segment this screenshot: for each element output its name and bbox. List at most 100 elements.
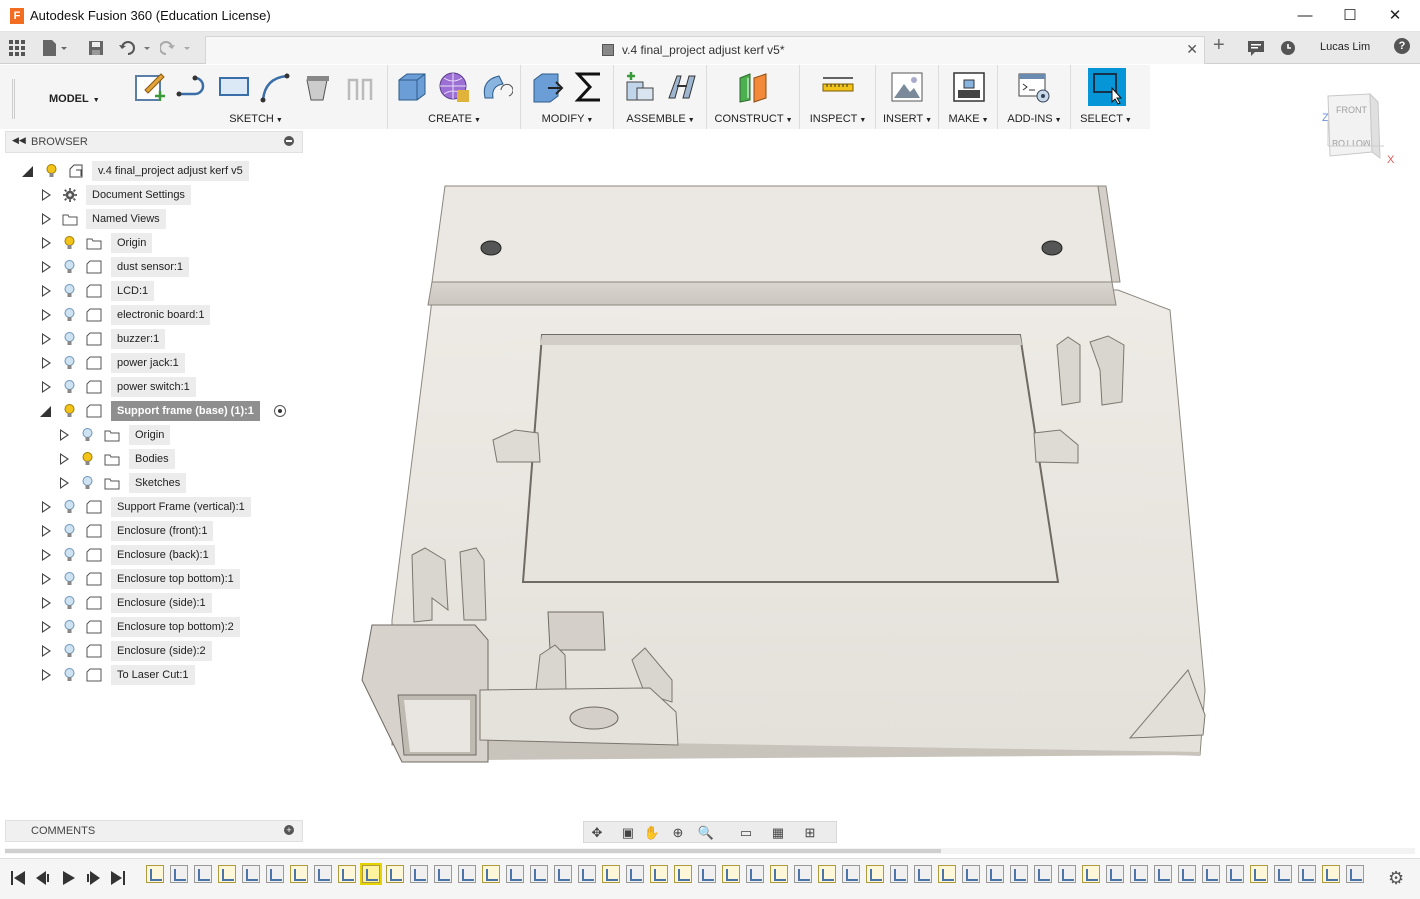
timeline-sketch-feature[interactable] [650,865,668,883]
tree-item-origin[interactable]: Origin [5,232,305,254]
expand-triangle-icon[interactable] [60,429,69,441]
visibility-bulb-off-icon[interactable] [64,620,75,634]
viewports-icon[interactable]: ⊞ [800,824,820,841]
redo-icon[interactable] [160,40,194,60]
joint-icon[interactable] [665,70,699,104]
visibility-bulb-off-icon[interactable] [64,284,75,298]
tree-item-electronic-board[interactable]: electronic board:1 [5,304,305,326]
create-group-label[interactable]: CREATE ▼ [389,113,520,125]
construct-group-label[interactable]: CONSTRUCT ▼ [708,113,799,125]
job-status-clock-icon[interactable] [1280,40,1296,56]
timeline-extrude-feature[interactable] [794,865,812,883]
expand-triangle-icon[interactable] [42,285,51,297]
timeline-scrollbar[interactable] [5,848,1415,854]
timeline-extrude-feature[interactable] [266,865,284,883]
maximize-button[interactable]: ☐ [1335,4,1365,28]
visibility-bulb-off-icon[interactable] [64,668,75,682]
expand-triangle-icon[interactable] [42,549,51,561]
sketch-group-label[interactable]: SKETCH ▼ [125,113,387,125]
go-to-end-icon[interactable] [109,869,127,887]
undo-icon[interactable] [118,40,154,60]
timeline-extrude-feature[interactable] [170,865,188,883]
tree-item-support-frame-vertical[interactable]: Support Frame (vertical):1 [5,496,305,518]
timeline-sketch-feature[interactable] [290,865,308,883]
timeline-sketch-feature[interactable] [938,865,956,883]
timeline-sketch-feature[interactable] [146,865,164,883]
visibility-bulb-off-icon[interactable] [64,260,75,274]
timeline-settings-gear-icon[interactable]: ⚙ [1388,868,1404,889]
timeline-extrude-feature[interactable] [698,865,716,883]
tree-item-enclosure-back[interactable]: Enclosure (back):1 [5,544,305,566]
user-account-name[interactable]: Lucas Lim [1320,41,1370,53]
scroll-thumb[interactable] [5,849,941,853]
help-button[interactable]: ? [1394,38,1410,54]
timeline-sketch-feature[interactable] [218,865,236,883]
timeline-sketch-feature[interactable] [770,865,788,883]
visibility-bulb-off-icon[interactable] [64,332,75,346]
tree-item-enclosure-side-1[interactable]: Enclosure (side):1 [5,592,305,614]
line-tool-icon[interactable] [175,70,209,104]
insert-canvas-icon[interactable] [890,70,924,104]
timeline-extrude-feature[interactable] [194,865,212,883]
timeline-extrude-feature[interactable] [458,865,476,883]
tree-item-power-jack[interactable]: power jack:1 [5,352,305,374]
timeline-extrude-feature[interactable] [1274,865,1292,883]
visibility-bulb-off-icon[interactable] [64,308,75,322]
timeline-extrude-feature[interactable] [1346,865,1364,883]
display-settings-icon[interactable]: ▭ [736,824,756,841]
zoom-icon[interactable]: ⊕ [668,824,688,841]
tree-item-enclosure-top-bottom-1[interactable]: Enclosure top bottom):1 [5,568,305,590]
expand-triangle-icon[interactable] [42,309,51,321]
collapse-triangle-icon[interactable] [40,406,51,417]
timeline-extrude-feature[interactable] [530,865,548,883]
document-tab[interactable]: v.4 final_project adjust kerf v5* ✕ [205,36,1205,64]
timeline-extrude-feature[interactable] [842,865,860,883]
expand-triangle-icon[interactable] [42,669,51,681]
timeline-pattern-feature[interactable] [554,865,572,883]
go-to-start-icon[interactable] [9,869,27,887]
measure-icon[interactable] [821,70,855,104]
timeline-fillet-feature[interactable] [1034,865,1052,883]
3d-model-viewport[interactable] [340,170,1230,780]
modify-group-label[interactable]: MODIFY ▼ [522,113,613,125]
timeline-sketch-feature[interactable] [1322,865,1340,883]
timeline-sketch-feature[interactable] [386,865,404,883]
timeline-fillet-feature[interactable] [1106,865,1124,883]
timeline-fillet-feature[interactable] [1154,865,1172,883]
select-window-icon[interactable] [1088,68,1126,106]
play-icon[interactable] [59,869,77,887]
expand-triangle-icon[interactable] [42,621,51,633]
tree-item-origin-child[interactable]: Origin [5,424,305,446]
compute-all-sigma-icon[interactable] [572,70,606,104]
project-tool-icon[interactable] [343,70,377,104]
stop-sketch-icon[interactable] [301,70,335,104]
timeline-extrude-feature[interactable] [506,865,524,883]
timeline-extrude-feature[interactable] [410,865,428,883]
timeline-extrude-feature[interactable] [962,865,980,883]
tree-item-named-views[interactable]: Named Views [5,208,305,230]
timeline-extrude-feature[interactable] [314,865,332,883]
tree-root[interactable]: v.4 final_project adjust kerf v5 [5,160,305,182]
make-group-label[interactable]: MAKE ▼ [940,113,997,125]
scripts-addins-icon[interactable] [1017,70,1051,104]
expand-triangle-icon[interactable] [42,333,51,345]
timeline-extrude-feature[interactable] [434,865,452,883]
revolve-icon[interactable] [479,70,513,104]
add-ins-group-label[interactable]: ADD-INS ▼ [999,113,1070,125]
tree-item-enclosure-front[interactable]: Enclosure (front):1 [5,520,305,542]
timeline-sketch-feature[interactable] [722,865,740,883]
expand-triangle-icon[interactable] [42,189,51,201]
timeline-sketch-feature[interactable] [1082,865,1100,883]
timeline-extrude-feature[interactable] [626,865,644,883]
timeline-sketch-feature[interactable] [338,865,356,883]
arc-tool-icon[interactable] [259,70,293,104]
collapse-panel-icon[interactable]: ◀◀ [12,135,26,146]
new-tab-button[interactable]: + [1213,34,1225,57]
tree-item-bodies[interactable]: Bodies [5,448,305,470]
expand-triangle-icon[interactable] [42,501,51,513]
tree-item-sketches[interactable]: Sketches [5,472,305,494]
expand-triangle-icon[interactable] [42,261,51,273]
close-window-button[interactable]: ✕ [1380,4,1410,28]
browser-header[interactable]: ◀◀ BROWSER [5,131,303,153]
inspect-group-label[interactable]: INSPECT ▼ [801,113,875,125]
